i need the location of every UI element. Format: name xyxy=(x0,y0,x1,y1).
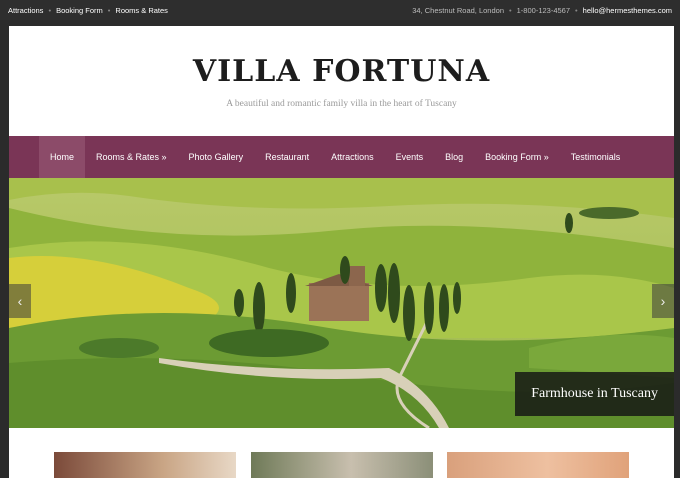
nav-item-attractions[interactable]: Attractions xyxy=(320,136,385,178)
nav-item-testimonials[interactable]: Testimonials xyxy=(560,136,632,178)
site-header: VILLA FORTUNA A beautiful and romantic f… xyxy=(9,26,674,136)
top-bar: Attractions • Booking Form • Rooms & Rat… xyxy=(0,0,680,20)
main-nav: Home Rooms & Rates » Photo Gallery Resta… xyxy=(9,136,674,178)
nav-item-events[interactable]: Events xyxy=(385,136,435,178)
nav-item-blog[interactable]: Blog xyxy=(434,136,474,178)
slider-prev-button[interactable]: ‹ xyxy=(9,284,31,318)
featured-thumbnails xyxy=(9,428,674,478)
featured-thumbnail-3[interactable] xyxy=(447,452,629,478)
featured-thumbnail-1[interactable] xyxy=(54,452,236,478)
contact-info: 34, Chestnut Road, London • 1-800-123-45… xyxy=(412,6,672,15)
separator-dot: • xyxy=(509,5,512,15)
top-link-rooms-rates[interactable]: Rooms & Rates xyxy=(115,6,168,15)
nav-item-home[interactable]: Home xyxy=(39,136,86,178)
nav-item-booking-form[interactable]: Booking Form » xyxy=(474,136,560,178)
address-text: 34, Chestnut Road, London xyxy=(412,5,504,15)
separator-dot: • xyxy=(107,5,111,15)
slide-caption: Farmhouse in Tuscany xyxy=(515,372,674,416)
phone-text: 1-800-123-4567 xyxy=(516,5,571,15)
page-frame: VILLA FORTUNA A beautiful and romantic f… xyxy=(9,26,674,478)
top-link-attractions[interactable]: Attractions xyxy=(8,6,43,15)
email-link[interactable]: hello@hermesthemes.com xyxy=(583,6,672,15)
site-title[interactable]: VILLA FORTUNA xyxy=(9,26,674,89)
separator-dot: • xyxy=(48,5,52,15)
image-slider[interactable]: ‹ › Farmhouse in Tuscany xyxy=(9,178,674,428)
nav-item-restaurant[interactable]: Restaurant xyxy=(254,136,320,178)
chevron-left-icon: ‹ xyxy=(17,293,23,309)
nav-item-photo-gallery[interactable]: Photo Gallery xyxy=(178,136,255,178)
top-link-booking-form[interactable]: Booking Form xyxy=(56,6,103,15)
top-links: Attractions • Booking Form • Rooms & Rat… xyxy=(8,6,168,15)
nav-item-rooms-rates[interactable]: Rooms & Rates » xyxy=(85,136,178,178)
separator-dot: • xyxy=(575,5,578,15)
site-tagline: A beautiful and romantic family villa in… xyxy=(226,99,457,109)
slider-next-button[interactable]: › xyxy=(652,284,674,318)
featured-thumbnail-2[interactable] xyxy=(251,452,433,478)
chevron-right-icon: › xyxy=(660,293,666,309)
